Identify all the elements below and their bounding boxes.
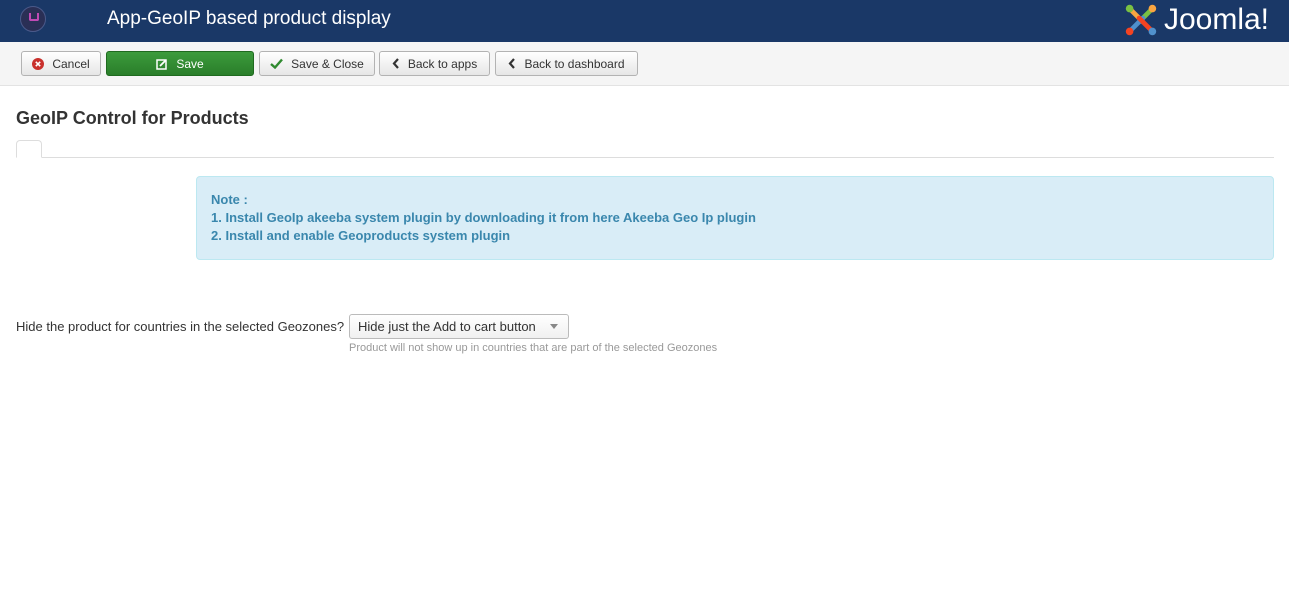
tab-empty[interactable] xyxy=(16,140,42,158)
check-icon xyxy=(270,58,284,69)
brand-name: Joomla! xyxy=(1163,3,1269,36)
header-bar: App-GeoIP based product display Joomla! xyxy=(0,0,1289,42)
back-to-dashboard-button[interactable]: Back to dashboard xyxy=(495,51,638,76)
toolbar: Cancel Save Save & Close Back to apps Ba… xyxy=(0,42,1289,86)
cancel-label: Cancel xyxy=(52,56,90,71)
tab-divider xyxy=(16,157,1274,158)
cancel-icon xyxy=(32,57,45,70)
joomla-icon xyxy=(1125,4,1157,36)
geozone-select-value: Hide just the Add to cart button xyxy=(358,319,536,334)
save-close-label: Save & Close xyxy=(291,56,364,71)
geozone-help-text: Product will not show up in countries th… xyxy=(349,342,718,354)
note-title: Note : xyxy=(211,192,248,207)
back-to-apps-button[interactable]: Back to apps xyxy=(379,51,490,76)
save-button[interactable]: Save xyxy=(106,51,254,76)
chevron-left-icon xyxy=(392,58,400,69)
page-title: GeoIP Control for Products xyxy=(16,108,249,128)
save-close-button[interactable]: Save & Close xyxy=(259,51,375,76)
back-to-apps-label: Back to apps xyxy=(407,56,478,71)
back-to-dashboard-label: Back to dashboard xyxy=(524,56,625,71)
geozone-field-label: Hide the product for countries in the se… xyxy=(16,319,345,334)
note-line-2: 2. Install and enable Geoproducts system… xyxy=(211,228,511,243)
app-title: App-GeoIP based product display xyxy=(107,8,391,29)
chevron-left-icon xyxy=(508,58,516,69)
save-label: Save xyxy=(176,56,204,71)
cancel-button[interactable]: Cancel xyxy=(21,51,101,76)
edit-icon xyxy=(156,58,168,70)
info-note: Note : 1. Install GeoIp akeeba system pl… xyxy=(196,176,1274,260)
joomla-logo[interactable]: Joomla! xyxy=(1122,1,1269,39)
chevron-down-icon xyxy=(550,324,558,329)
cart-icon[interactable] xyxy=(20,6,46,32)
geozone-select[interactable]: Hide just the Add to cart button xyxy=(349,314,569,339)
note-line-1: 1. Install GeoIp akeeba system plugin by… xyxy=(211,210,756,225)
